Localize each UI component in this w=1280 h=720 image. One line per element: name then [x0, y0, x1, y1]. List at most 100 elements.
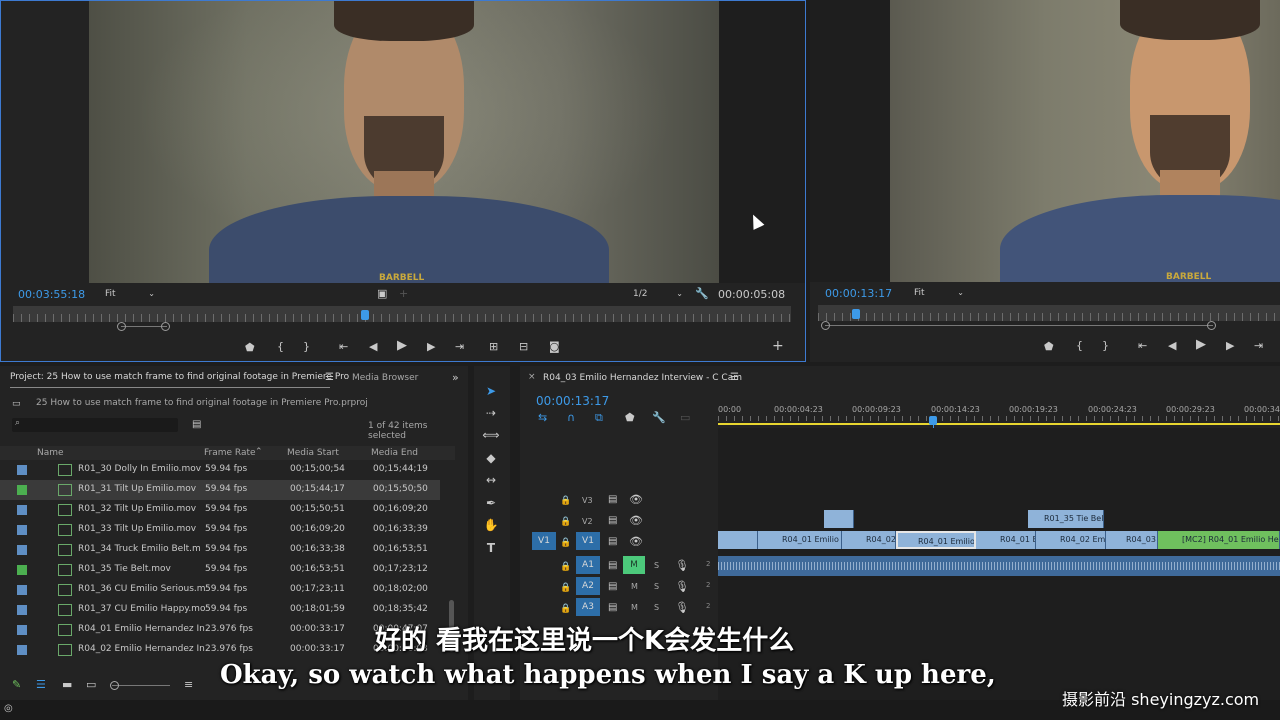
zoom-handle-left[interactable] [821, 321, 830, 330]
lock-icon[interactable]: 🔒 [560, 494, 571, 508]
list-item[interactable]: R01_34 Truck Emilio Belt.m 59.94 fps 00;… [0, 540, 440, 560]
label-color-swatch[interactable] [17, 565, 27, 575]
solo-a1-button[interactable]: S [654, 561, 659, 570]
label-color-swatch[interactable] [17, 545, 27, 555]
zoom-slider-handle[interactable] [110, 681, 119, 690]
source-time-ruler[interactable] [13, 306, 791, 322]
zoom-handle-right[interactable] [1207, 321, 1216, 330]
mark-out-icon[interactable]: } [303, 340, 310, 354]
close-icon[interactable]: × [528, 372, 536, 382]
list-item[interactable]: R01_35 Tie Belt.mov 59.94 fps 00;16;53;5… [0, 560, 440, 580]
source-fit-dropdown[interactable]: Fit ⌄ [105, 287, 157, 301]
mark-in-icon[interactable]: { [1076, 339, 1083, 353]
label-color-swatch[interactable] [17, 645, 27, 655]
program-playhead[interactable] [852, 309, 860, 319]
column-frame-rate[interactable]: Frame Rate [204, 448, 256, 458]
sync-lock-icon[interactable]: ▤ [608, 580, 617, 594]
freeform-view-icon[interactable]: ▭ [86, 678, 96, 692]
lock-icon[interactable]: 🔒 [560, 560, 571, 574]
sort-ascending-icon[interactable]: ⌃ [255, 447, 263, 457]
snap-icon[interactable]: ∩ [567, 411, 575, 425]
captions-icon[interactable]: ▭ [680, 411, 690, 425]
list-item[interactable]: R01_33 Tilt Up Emilio.mov 59.94 fps 00;1… [0, 520, 440, 540]
list-item[interactable]: R01_36 CU Emilio Serious.m 59.94 fps 00;… [0, 580, 440, 600]
clip-v2[interactable]: R01_35 Tie Bel [1028, 510, 1104, 528]
track-target-v1[interactable]: V1 [576, 532, 600, 550]
lock-icon[interactable]: 🔒 [560, 515, 571, 529]
program-timecode[interactable]: 00:00:13:17 [825, 287, 892, 300]
step-forward-icon[interactable]: ▶ [427, 340, 435, 354]
column-media-end[interactable]: Media End [371, 448, 418, 458]
pencil-icon[interactable]: ✎ [12, 678, 21, 692]
track-target-a3[interactable]: A3 [576, 598, 600, 616]
nest-icon[interactable]: ⇆ [538, 411, 547, 425]
column-media-start[interactable]: Media Start [287, 448, 339, 458]
insert-clip-icon[interactable]: ⊞ [489, 340, 498, 354]
overwrite-clip-icon[interactable]: ⊟ [519, 340, 528, 354]
tab-media-browser[interactable]: Media Browser [352, 373, 418, 383]
mark-in-icon[interactable]: { [277, 340, 284, 354]
razor-tool-icon[interactable]: ◆ [482, 449, 500, 467]
label-color-swatch[interactable] [17, 585, 27, 595]
clip-v1[interactable]: R04_01 E [976, 531, 1036, 549]
program-time-ruler[interactable] [818, 305, 1280, 321]
list-item-selected[interactable]: R01_31 Tilt Up Emilio.mov 59.94 fps 00;1… [0, 480, 440, 500]
clip-v1[interactable]: R04_02 [842, 531, 896, 549]
panel-overflow-icon[interactable]: » [452, 371, 459, 385]
clip-v2-small[interactable] [824, 510, 854, 528]
list-item[interactable]: R01_37 CU Emilio Happy.mo 59.94 fps 00;1… [0, 600, 440, 620]
mute-a1-button[interactable]: M [623, 556, 645, 574]
new-bin-from-search-icon[interactable]: ▤ [192, 418, 201, 432]
timeline-ruler[interactable]: 00:00 00:00:04:23 00:00:09:23 00:00:14:2… [718, 402, 1280, 426]
program-fit-dropdown[interactable]: Fit ⌄ [914, 286, 966, 300]
work-area-bar[interactable] [718, 423, 1280, 425]
sync-lock-icon[interactable]: ▤ [608, 535, 617, 549]
project-search-input[interactable]: ⌕ [12, 418, 178, 432]
lock-icon[interactable]: 🔒 [560, 536, 571, 550]
go-to-out-icon[interactable]: ⇥ [455, 340, 464, 354]
add-marker-icon[interactable]: ⬟ [1044, 340, 1054, 354]
selection-tool-icon[interactable]: ➤ [482, 382, 500, 400]
zoom-handle-left[interactable] [117, 322, 126, 331]
source-zoom-bar[interactable] [117, 322, 170, 331]
zoom-handle-right[interactable] [161, 322, 170, 331]
track-target-a1[interactable]: A1 [576, 556, 600, 574]
mark-out-icon[interactable]: } [1102, 339, 1109, 353]
add-marker-icon[interactable]: ⬟ [245, 341, 255, 355]
track-select-tool-icon[interactable]: ⇢ [482, 404, 500, 422]
linked-selection-icon[interactable]: ⧉ [595, 411, 603, 425]
program-video-frame[interactable]: BARBELL [890, 0, 1280, 282]
clip-v1-selected[interactable]: R04_01 Emilio [896, 531, 976, 549]
label-color-swatch[interactable] [17, 525, 27, 535]
list-view-icon[interactable]: ☰ [36, 678, 46, 692]
column-name[interactable]: Name [37, 448, 64, 458]
go-to-out-icon[interactable]: ⇥ [1254, 339, 1263, 353]
lock-icon[interactable]: 🔒 [560, 602, 571, 616]
pen-tool-icon[interactable]: ✒ [482, 494, 500, 512]
sync-lock-icon[interactable]: ▤ [608, 601, 617, 615]
label-color-swatch[interactable] [17, 625, 27, 635]
solo-a2-button[interactable]: S [654, 582, 659, 591]
lock-icon[interactable]: 🔒 [560, 581, 571, 595]
type-tool-icon[interactable]: T [482, 539, 500, 557]
status-indicator-icon[interactable]: ◎ [4, 702, 13, 716]
eye-icon[interactable]: 👁 [629, 535, 643, 549]
timeline-timecode[interactable]: 00:00:13:17 [536, 394, 609, 408]
sync-lock-icon[interactable]: ▤ [608, 514, 617, 528]
step-back-icon[interactable]: ◀ [369, 340, 377, 354]
source-video-frame[interactable]: BARBELL [89, 1, 719, 283]
ripple-edit-tool-icon[interactable]: ⟺ [482, 426, 500, 444]
list-item[interactable]: R04_02 Emilio Hernandez In 23.976 fps 00… [0, 640, 440, 656]
add-button-icon[interactable]: + [772, 339, 784, 353]
wrench-icon[interactable]: 🔧 [695, 287, 709, 301]
hamburger-menu-icon[interactable]: ☰ [325, 371, 334, 385]
eye-icon[interactable]: 👁 [629, 493, 643, 507]
label-color-swatch[interactable] [17, 505, 27, 515]
hand-tool-icon[interactable]: ✋ [482, 516, 500, 534]
drag-video-icon[interactable]: + [399, 287, 408, 301]
label-color-swatch[interactable] [17, 485, 27, 495]
microphone-icon[interactable]: 🎙 [675, 601, 689, 615]
clip-v1[interactable]: R04_01 Emilio H [758, 531, 842, 549]
source-patch-v1[interactable]: V1 [532, 532, 556, 550]
program-zoom-bar[interactable] [821, 321, 1216, 330]
